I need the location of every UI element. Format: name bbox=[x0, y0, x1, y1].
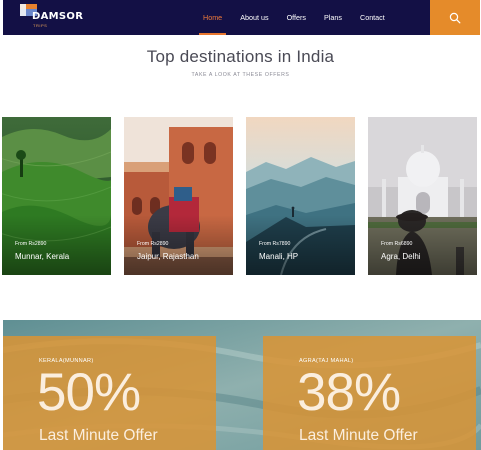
card-price: From Rs2890 bbox=[15, 241, 47, 247]
search-icon bbox=[449, 12, 461, 23]
top-navbar: DAMSOR TRIPS Home About us Offers Plans … bbox=[3, 0, 480, 35]
nav-about-link[interactable]: About us bbox=[240, 0, 268, 35]
brand-tagline: TRIPS bbox=[33, 23, 48, 28]
card-destination-name: Agra, Delhi bbox=[381, 252, 421, 261]
section-subtitle: TAKE A LOOK AT THESE OFFERS bbox=[191, 72, 290, 78]
destination-card-munnar[interactable]: From Rs2890 Munnar, Kerala bbox=[2, 117, 111, 275]
section-title: Top destinations in India bbox=[146, 47, 335, 66]
card-price: From Rs7890 bbox=[259, 241, 291, 247]
destination-card-manali[interactable]: From Rs7890 Manali, HP bbox=[246, 117, 355, 275]
offer-card-kerala[interactable]: KERALA(MUNNAR) 50% Last Minute Offer bbox=[3, 336, 216, 450]
offer-discount: 38% bbox=[297, 363, 401, 422]
main-menu: Home About us Offers Plans Contact bbox=[198, 0, 403, 35]
offer-card-agra[interactable]: AGRA(TAJ MAHAL) 38% Last Minute Offer bbox=[263, 336, 476, 450]
card-destination-name: Munnar, Kerala bbox=[15, 252, 70, 261]
card-price: From Rs2890 bbox=[137, 241, 169, 247]
nav-offers-link[interactable]: Offers bbox=[287, 0, 306, 35]
offer-label: Last Minute Offer bbox=[299, 427, 418, 444]
offers-section: KERALA(MUNNAR) 50% Last Minute Offer AGR… bbox=[3, 320, 481, 450]
card-price: From Rs6890 bbox=[381, 241, 413, 247]
destination-card-jaipur[interactable]: From Rs2890 Jaipur, Rajasthan bbox=[124, 117, 233, 275]
search-button[interactable] bbox=[430, 0, 480, 35]
offer-label: Last Minute Offer bbox=[39, 427, 158, 444]
card-destination-name: Manali, HP bbox=[259, 252, 299, 261]
destination-card-agra[interactable]: From Rs6890 Agra, Delhi bbox=[368, 117, 477, 275]
nav-contact-link[interactable]: Contact bbox=[360, 0, 385, 35]
brand-logo[interactable]: DAMSOR TRIPS bbox=[20, 4, 84, 30]
nav-plans-link[interactable]: Plans bbox=[324, 0, 342, 35]
offer-discount: 50% bbox=[37, 363, 141, 422]
card-destination-name: Jaipur, Rajasthan bbox=[137, 252, 199, 261]
nav-home-link[interactable]: Home bbox=[198, 0, 227, 35]
brand-name: DAMSOR bbox=[32, 11, 84, 22]
